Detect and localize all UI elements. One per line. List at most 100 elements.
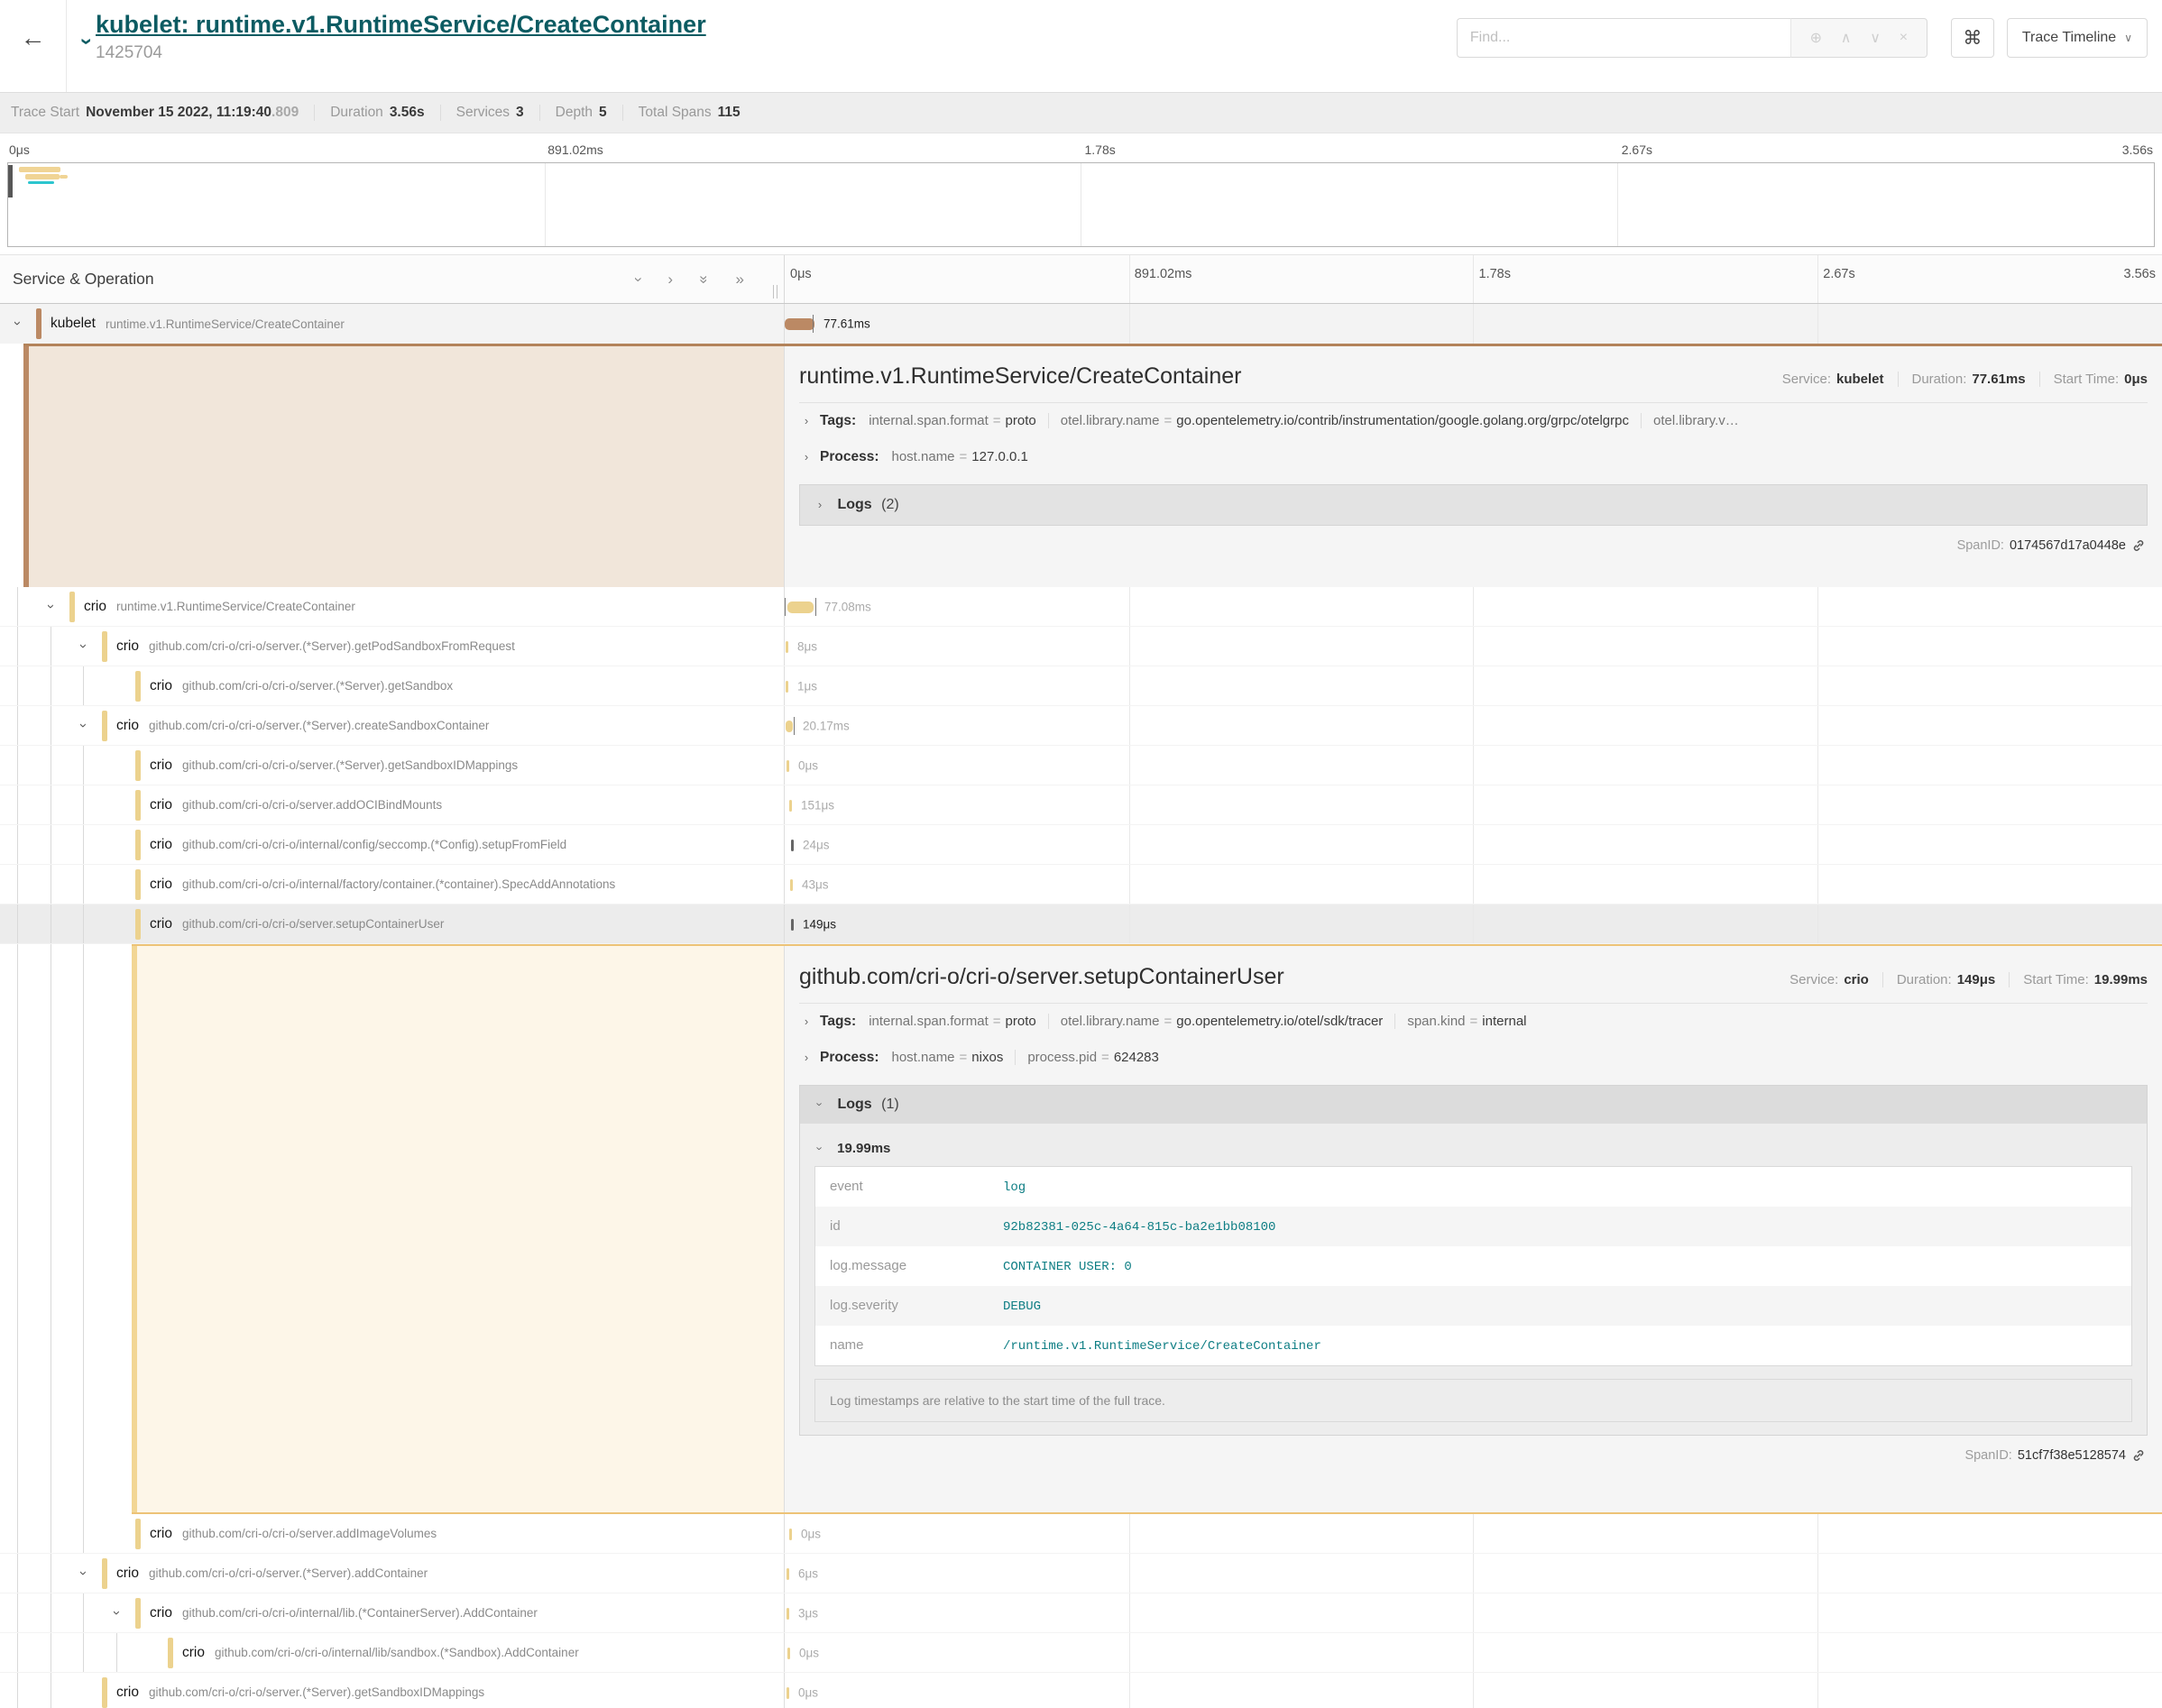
- span-duration-bar[interactable]: [787, 1608, 789, 1620]
- span-name-cell[interactable]: ›criogithub.com/cri-o/cri-o/internal/lib…: [0, 1593, 785, 1632]
- span-duration-bar[interactable]: [786, 681, 788, 693]
- span-row[interactable]: criogithub.com/cri-o/cri-o/server.addIma…: [0, 1514, 2162, 1554]
- span-name-cell[interactable]: criogithub.com/cri-o/cri-o/server.(*Serv…: [0, 1673, 785, 1708]
- locate-icon[interactable]: ⊕: [1810, 29, 1822, 47]
- minimap-scrubber-handle[interactable]: [8, 165, 13, 197]
- trace-view-selector[interactable]: Trace Timeline ∨: [2007, 18, 2148, 58]
- span-timeline-cell[interactable]: 8μs: [785, 627, 2162, 666]
- span-timeline-cell[interactable]: 20.17ms: [785, 706, 2162, 745]
- span-timeline-cell[interactable]: 0μs: [785, 1673, 2162, 1708]
- span-timeline-cell[interactable]: 24μs: [785, 825, 2162, 864]
- span-timeline-cell[interactable]: 3μs: [785, 1593, 2162, 1632]
- tree-guide: [83, 785, 84, 824]
- minimap-canvas[interactable]: [7, 162, 2155, 247]
- span-duration-bar[interactable]: [789, 800, 792, 812]
- span-duration-bar[interactable]: [787, 1687, 789, 1699]
- span-name-cell[interactable]: criogithub.com/cri-o/cri-o/server.addIma…: [0, 1514, 785, 1553]
- trace-title-block: › kubelet: runtime.v1.RuntimeService/Cre…: [67, 0, 706, 92]
- span-duration-bar[interactable]: [787, 1648, 790, 1659]
- span-timeline-cell[interactable]: 151μs: [785, 785, 2162, 824]
- span-duration-bar[interactable]: [791, 919, 794, 931]
- logs-toggle[interactable]: › Logs (2): [799, 484, 2148, 526]
- span-expander-icon[interactable]: ›: [77, 1566, 89, 1581]
- span-duration-bar[interactable]: [789, 1529, 792, 1540]
- span-timeline-cell[interactable]: 0μs: [785, 1514, 2162, 1553]
- span-name-cell[interactable]: criogithub.com/cri-o/cri-o/internal/conf…: [0, 825, 785, 864]
- span-row[interactable]: criogithub.com/cri-o/cri-o/internal/lib/…: [0, 1633, 2162, 1673]
- span-name-cell[interactable]: ›criogithub.com/cri-o/cri-o/server.(*Ser…: [0, 1554, 785, 1593]
- span-row[interactable]: ›kubeletruntime.v1.RuntimeService/Create…: [0, 304, 2162, 344]
- span-row[interactable]: ›criogithub.com/cri-o/cri-o/internal/lib…: [0, 1593, 2162, 1633]
- expand-one-icon[interactable]: ›: [667, 271, 673, 289]
- span-row[interactable]: criogithub.com/cri-o/cri-o/server.setupC…: [0, 905, 2162, 944]
- span-timeline-cell[interactable]: 43μs: [785, 865, 2162, 904]
- span-duration-bar[interactable]: [787, 760, 789, 772]
- trace-title-link[interactable]: kubelet: runtime.v1.RuntimeService/Creat…: [96, 9, 706, 40]
- span-name-cell[interactable]: criogithub.com/cri-o/cri-o/server.addOCI…: [0, 785, 785, 824]
- span-color-bar: [102, 1677, 107, 1708]
- span-duration-bar[interactable]: [785, 318, 814, 330]
- logs-toggle[interactable]: › Logs (1): [800, 1086, 2147, 1124]
- tags-row[interactable]: › Tags: internal.span.format=protootel.l…: [799, 1004, 2148, 1040]
- span-row[interactable]: criogithub.com/cri-o/cri-o/internal/conf…: [0, 825, 2162, 865]
- span-timeline-cell[interactable]: 77.08ms: [785, 587, 2162, 626]
- span-name-cell[interactable]: ›kubeletruntime.v1.RuntimeService/Create…: [0, 304, 785, 344]
- span-name-cell[interactable]: criogithub.com/cri-o/cri-o/internal/fact…: [0, 865, 785, 904]
- keyboard-shortcuts-button[interactable]: ⌘: [1951, 18, 1994, 58]
- tag-item: span.kind=internal: [1394, 1014, 1526, 1029]
- span-expander-icon[interactable]: ›: [44, 599, 57, 614]
- span-row[interactable]: criogithub.com/cri-o/cri-o/server.addOCI…: [0, 785, 2162, 825]
- process-row[interactable]: › Process: host.name=nixosprocess.pid=62…: [799, 1040, 2148, 1076]
- span-row[interactable]: criogithub.com/cri-o/cri-o/internal/fact…: [0, 865, 2162, 905]
- span-name-cell[interactable]: criogithub.com/cri-o/cri-o/server.(*Serv…: [0, 666, 785, 705]
- find-input[interactable]: [1457, 18, 1790, 58]
- span-timeline-cell[interactable]: 149μs: [785, 905, 2162, 943]
- span-name-cell[interactable]: criogithub.com/cri-o/cri-o/internal/lib/…: [0, 1633, 785, 1672]
- span-row[interactable]: criogithub.com/cri-o/cri-o/server.(*Serv…: [0, 1673, 2162, 1708]
- span-duration-bar[interactable]: [786, 641, 788, 653]
- expand-all-icon[interactable]: »: [736, 271, 744, 289]
- deep-link-icon[interactable]: [2131, 1448, 2146, 1463]
- span-timeline-cell[interactable]: 6μs: [785, 1554, 2162, 1593]
- log-entry-toggle[interactable]: › 19.99ms: [814, 1133, 2132, 1166]
- process-row[interactable]: › Process: host.name=127.0.0.1: [799, 439, 2148, 475]
- span-name-cell[interactable]: criogithub.com/cri-o/cri-o/server.setupC…: [0, 905, 785, 943]
- span-timeline-cell[interactable]: 1μs: [785, 666, 2162, 705]
- tree-guide: [17, 1633, 18, 1672]
- span-duration-bar[interactable]: [790, 879, 793, 891]
- span-expander-icon[interactable]: ›: [110, 1605, 123, 1621]
- span-name-cell[interactable]: ›crioruntime.v1.RuntimeService/CreateCon…: [0, 587, 785, 626]
- deep-link-icon[interactable]: [2131, 538, 2146, 553]
- span-duration-bar[interactable]: [786, 721, 793, 732]
- span-timeline-cell[interactable]: 0μs: [785, 746, 2162, 785]
- span-expander-icon[interactable]: ›: [11, 316, 23, 331]
- span-timeline-cell[interactable]: 77.61ms: [785, 304, 2162, 344]
- back-button[interactable]: ←: [0, 0, 67, 92]
- span-duration-bar[interactable]: [791, 840, 794, 851]
- span-timeline-cell[interactable]: 0μs: [785, 1633, 2162, 1672]
- span-name-cell[interactable]: ›criogithub.com/cri-o/cri-o/server.(*Ser…: [0, 627, 785, 666]
- span-row[interactable]: ›crioruntime.v1.RuntimeService/CreateCon…: [0, 587, 2162, 627]
- span-row[interactable]: ›criogithub.com/cri-o/cri-o/server.(*Ser…: [0, 1554, 2162, 1593]
- prev-result-icon[interactable]: ∧: [1841, 29, 1852, 47]
- span-duration-bar[interactable]: [787, 601, 814, 613]
- span-row[interactable]: ›criogithub.com/cri-o/cri-o/server.(*Ser…: [0, 706, 2162, 746]
- tags-row[interactable]: › Tags: internal.span.format=protootel.l…: [799, 403, 2148, 439]
- span-duration-bar[interactable]: [787, 1568, 789, 1580]
- clear-search-icon[interactable]: ×: [1900, 30, 1908, 46]
- span-row[interactable]: ›criogithub.com/cri-o/cri-o/server.(*Ser…: [0, 627, 2162, 666]
- collapse-one-icon[interactable]: ›: [636, 271, 641, 289]
- next-result-icon[interactable]: ∨: [1870, 29, 1881, 47]
- span-name-cell[interactable]: ›criogithub.com/cri-o/cri-o/server.(*Ser…: [0, 706, 785, 745]
- column-resize-grip[interactable]: [773, 285, 777, 298]
- span-expander-icon[interactable]: ›: [77, 718, 89, 733]
- span-expander-icon[interactable]: ›: [77, 638, 89, 654]
- timeline-tick-label: 891.02ms: [547, 142, 603, 157]
- tree-guide: [17, 1593, 18, 1632]
- span-row[interactable]: criogithub.com/cri-o/cri-o/server.(*Serv…: [0, 746, 2162, 785]
- chevron-right-icon: ›: [801, 1051, 812, 1064]
- span-name-cell[interactable]: criogithub.com/cri-o/cri-o/server.(*Serv…: [0, 746, 785, 785]
- span-row[interactable]: criogithub.com/cri-o/cri-o/server.(*Serv…: [0, 666, 2162, 706]
- collapse-all-icon[interactable]: »: [700, 271, 708, 289]
- collapse-trace-icon[interactable]: ›: [74, 38, 99, 45]
